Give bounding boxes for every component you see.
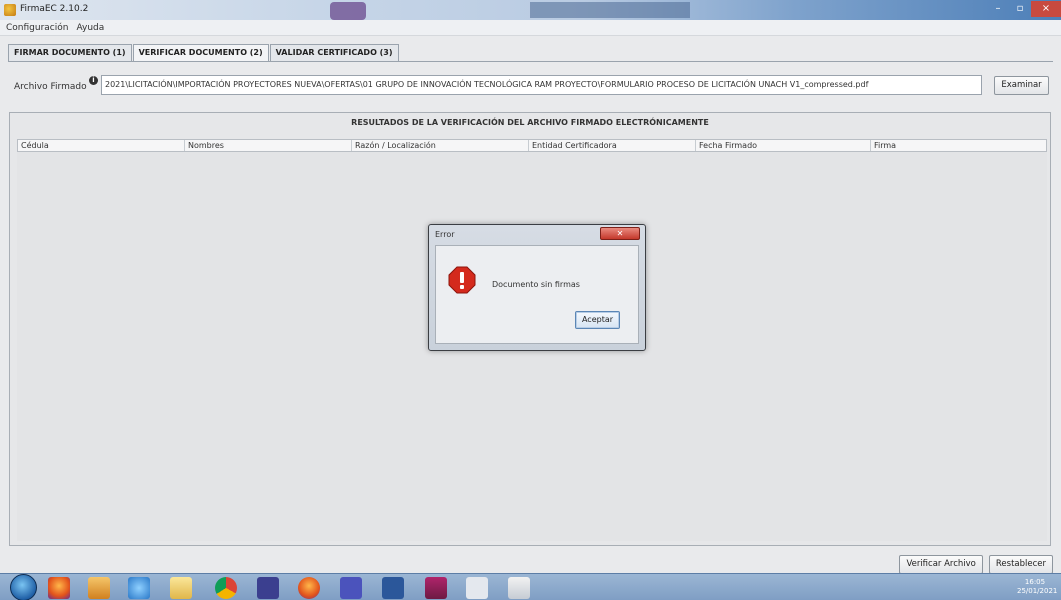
main-tabs: FIRMAR DOCUMENTO (1) VERIFICAR DOCUMENTO… [8, 44, 400, 61]
folder-icon[interactable] [170, 577, 192, 599]
error-icon [448, 266, 476, 294]
results-table-header: Cédula Nombres Razón / Localización Enti… [17, 139, 1047, 152]
dialog-message: Documento sin firmas [492, 280, 580, 289]
examine-button[interactable]: Examinar [994, 76, 1049, 95]
winrar-icon[interactable] [425, 577, 447, 599]
taskbar-clock[interactable]: 16:05 25/01/2021 [1017, 578, 1058, 596]
window-controls: – ▫ × [987, 0, 1061, 18]
dialog-body: Documento sin firmas Aceptar [435, 245, 639, 344]
tab-validar-certificado[interactable]: VALIDAR CERTIFICADO (3) [269, 44, 399, 61]
chrome-icon[interactable] [215, 577, 237, 599]
clock-time: 16:05 [1024, 578, 1046, 586]
results-title: RESULTADOS DE LA VERIFICACIÓN DEL ARCHIV… [351, 118, 709, 127]
clock-date: 25/01/2021 [1017, 587, 1058, 595]
internet-explorer-icon[interactable] [128, 577, 150, 599]
notepad-icon[interactable] [466, 577, 488, 599]
media-player-icon[interactable] [88, 577, 110, 599]
column-header-nombres[interactable]: Nombres [185, 140, 352, 151]
column-header-razon[interactable]: Razón / Localización [352, 140, 529, 151]
maximize-button[interactable]: ▫ [1009, 1, 1031, 17]
menu-configuracion[interactable]: Configuración [6, 20, 68, 35]
signed-file-path-field[interactable]: 2021\LICITACIÓN\IMPORTACIÓN PROYECTORES … [101, 75, 982, 95]
window-titlebar: FirmaEC 2.10.2 – ▫ × [0, 0, 1061, 20]
signed-file-label: Archivo Firmado [14, 82, 87, 92]
tab-verificar-documento[interactable]: VERIFICAR DOCUMENTO (2) [132, 44, 269, 61]
reset-button[interactable]: Restablecer [988, 555, 1053, 574]
windows-taskbar: 16:05 25/01/2021 [0, 573, 1061, 600]
menu-bar: Configuración Ayuda [0, 20, 1061, 36]
chrome-alt-icon[interactable] [257, 577, 279, 599]
info-icon[interactable]: i [89, 76, 98, 85]
column-header-cedula[interactable]: Cédula [18, 140, 185, 151]
column-header-firma[interactable]: Firma [871, 140, 1046, 151]
tab-firmar-documento[interactable]: FIRMAR DOCUMENTO (1) [8, 44, 132, 61]
word-icon[interactable] [382, 577, 404, 599]
background-window-strip [530, 2, 690, 18]
close-window-button[interactable]: × [1031, 1, 1061, 17]
system-tray: 16:05 25/01/2021 [923, 578, 1058, 598]
firefox-alt-icon[interactable] [298, 577, 320, 599]
dialog-close-button[interactable]: ✕ [600, 227, 640, 240]
background-window-icon [330, 2, 366, 20]
menu-ayuda[interactable]: Ayuda [76, 20, 104, 35]
tab-divider [8, 61, 1053, 62]
verify-file-button[interactable]: Verificar Archivo [899, 555, 983, 574]
action-buttons: Verificar Archivo Restablecer [899, 555, 1053, 574]
window-title: FirmaEC 2.10.2 [20, 4, 89, 14]
minimize-button[interactable]: – [987, 1, 1009, 17]
start-button[interactable] [10, 574, 37, 600]
app-logo-icon [4, 4, 16, 16]
column-header-fecha[interactable]: Fecha Firmado [696, 140, 871, 151]
dialog-title: Error [435, 230, 455, 239]
accept-button[interactable]: Aceptar [575, 311, 620, 329]
column-header-entidad[interactable]: Entidad Certificadora [529, 140, 696, 151]
teams-icon[interactable] [340, 577, 362, 599]
firefox-icon[interactable] [48, 577, 70, 599]
firmaec-icon[interactable] [508, 577, 530, 599]
error-dialog: Error ✕ Documento sin firmas Aceptar [428, 224, 646, 351]
